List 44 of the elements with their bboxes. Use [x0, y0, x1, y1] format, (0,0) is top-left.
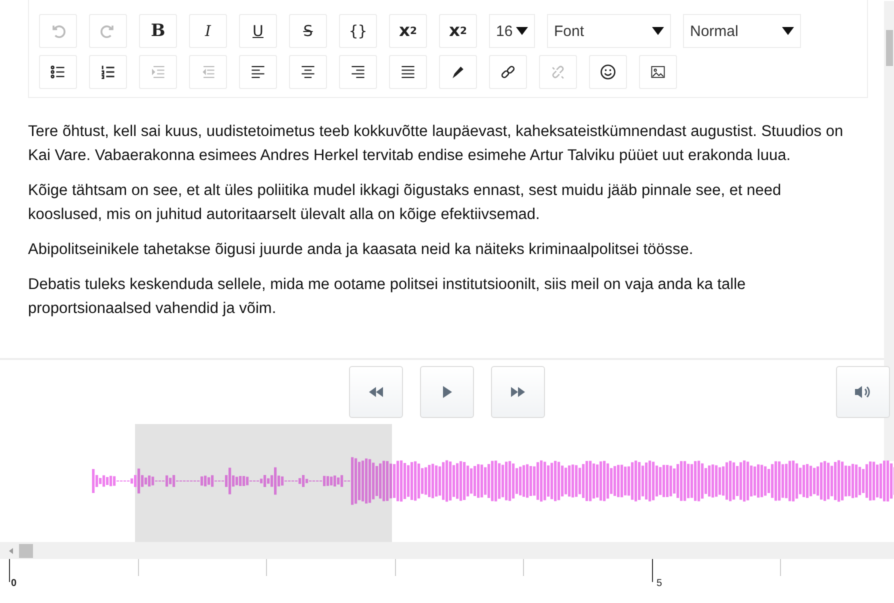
paragraph: Kõige tähtsam on see, et alt üles poliitika mudel ikkagi õigustaks ennast, sest muidu jääb pinnale see, et need kooslused, mis on juhitud autoritaarselt ülevalt alla on kõige efektiivsemad. [28, 181, 782, 225]
caret-icon [516, 27, 528, 35]
scrollbar-thumb[interactable] [886, 30, 893, 66]
indent-icon [149, 63, 167, 81]
link-button[interactable] [489, 55, 527, 89]
bullet-list-button[interactable] [39, 55, 77, 89]
link-icon [499, 63, 517, 81]
align-center-icon [299, 63, 317, 81]
dropdown[interactable]: 16 [489, 14, 535, 48]
italic-button[interactable]: I [189, 14, 227, 48]
align-center-button[interactable] [289, 55, 327, 89]
pen-button[interactable] [439, 55, 477, 89]
numbered-list-icon [99, 63, 117, 81]
paragraph: Abipolitseinikele tahetakse õigusi juurde anda ja kaasata neid ka näiteks kriminaalpolitsei töösse. [28, 240, 694, 260]
justify-button[interactable] [389, 55, 427, 89]
rewind-button[interactable] [349, 366, 403, 418]
justify-icon [399, 63, 417, 81]
align-left-button[interactable] [239, 55, 277, 89]
bullet-list-icon [49, 63, 67, 81]
align-right-button[interactable] [339, 55, 377, 89]
smiley-button[interactable] [589, 55, 627, 89]
underline-button[interactable]: U [239, 14, 277, 48]
image-button[interactable] [639, 55, 677, 89]
horizontal-scrollbar[interactable] [0, 542, 894, 559]
code-button[interactable]: {} [339, 14, 377, 48]
scrollbar-thumb[interactable] [19, 544, 33, 558]
superscript-button[interactable]: x$^{2}$ [389, 14, 427, 48]
dropdown[interactable]: Font [547, 14, 671, 48]
volume-button[interactable] [836, 366, 890, 418]
align-right-icon [349, 63, 367, 81]
numbered-list-button[interactable] [89, 55, 127, 89]
align-left-icon [249, 63, 267, 81]
caret-icon [782, 27, 794, 35]
time-label: 5 [656, 578, 662, 589]
strikethrough-button[interactable]: S [289, 14, 327, 48]
image-icon [649, 63, 667, 81]
time-label: 0 [11, 578, 17, 589]
fast-forward-button[interactable] [491, 366, 545, 418]
dropdown[interactable]: Normal [683, 14, 801, 48]
caret-icon [652, 27, 664, 35]
bold-button[interactable]: B [139, 14, 177, 48]
paragraph: Debatis tuleks keskenduda sellele, mida me ootame politsei institutsioonilt, siis meil on vaja anda ka talle proportsionaalsed vahendid ja võim. [28, 275, 747, 319]
paragraph: Tere õhtust, kell sai kuus, uudistetoimetus teeb kokkuvõtte laupäevast, kaheksateistkümnendast augustist. Stuudios on Kai Vare. Vabaerakonna esimees Andres Herkel tervitab endise esimehe Artur Talviku püüet uut erakonda luua. [28, 122, 844, 166]
smiley-icon [599, 63, 617, 81]
